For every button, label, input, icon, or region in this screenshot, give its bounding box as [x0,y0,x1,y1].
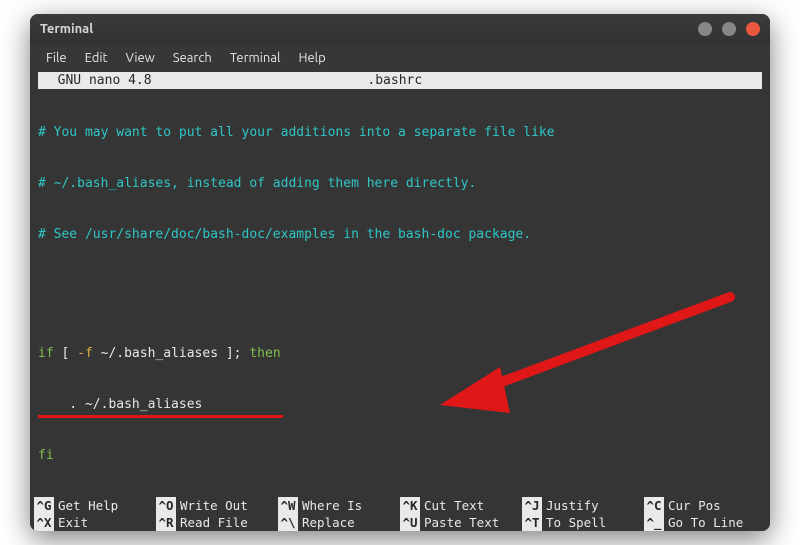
menubar: File Edit View Search Terminal Help [30,44,770,72]
shortcut-key: ^X [34,514,54,531]
shortcut-label: Read File [180,514,248,531]
shortcut-label: Cut Text [424,497,484,514]
code-line [38,277,762,294]
shortcut-key: ^W [278,497,298,514]
menu-file[interactable]: File [38,48,75,68]
code-line: fi [38,447,762,464]
shortcut-key: ^_ [644,514,664,531]
code-line: # See /usr/share/doc/bash-doc/examples i… [38,226,762,243]
shortcut-label: Justify [546,497,599,514]
shortcut-key: ^K [400,497,420,514]
close-button[interactable] [746,22,760,36]
shortcut-key: ^U [400,514,420,531]
code-line: # ~/.bash_aliases, instead of adding the… [38,175,762,192]
menu-help[interactable]: Help [290,48,333,68]
shortcut-key: ^\ [278,514,298,531]
menu-search[interactable]: Search [165,48,220,68]
shortcut-key: ^J [522,497,542,514]
nano-version: GNU nano 4.8 [42,72,152,89]
shortcut-label: Write Out [180,497,248,514]
code-line: if [ -f ~/.bash_aliases ]; then [38,345,762,362]
shortcut-label: Cur Pos [668,497,721,514]
shortcut-label: Get Help [58,497,118,514]
shortcut-key: ^G [34,497,54,514]
shortcut-key: ^O [156,497,176,514]
annotation-underline [38,415,283,418]
shortcut-key: ^R [156,514,176,531]
window-controls [698,22,760,36]
maximize-button[interactable] [722,22,736,36]
menu-view[interactable]: View [118,48,163,68]
shortcut-key: ^T [522,514,542,531]
menu-edit[interactable]: Edit [77,48,116,68]
window-title: Terminal [40,22,698,36]
shortcut-label: Go To Line [668,514,743,531]
terminal-window: Terminal File Edit View Search Terminal … [30,14,770,531]
shortcut-label: Paste Text [424,514,499,531]
editor-content: # You may want to put all your additions… [38,89,762,531]
shortcut-label: To Spell [546,514,606,531]
code-line: . ~/.bash_aliases [38,396,762,413]
nano-shortcuts: ^GGet Help ^XExit ^OWrite Out ^RRead Fil… [30,497,770,531]
terminal-area[interactable]: GNU nano 4.8 .bashrc # You may want to p… [30,72,770,531]
shortcut-label: Exit [58,514,88,531]
nano-filename: .bashrc [152,72,638,89]
nano-header: GNU nano 4.8 .bashrc [38,72,762,89]
code-line: # You may want to put all your additions… [38,124,762,141]
menu-terminal[interactable]: Terminal [222,48,289,68]
minimize-button[interactable] [698,22,712,36]
shortcut-label: Where Is [302,497,362,514]
shortcut-label: Replace [302,514,355,531]
titlebar: Terminal [30,14,770,44]
shortcut-key: ^C [644,497,664,514]
